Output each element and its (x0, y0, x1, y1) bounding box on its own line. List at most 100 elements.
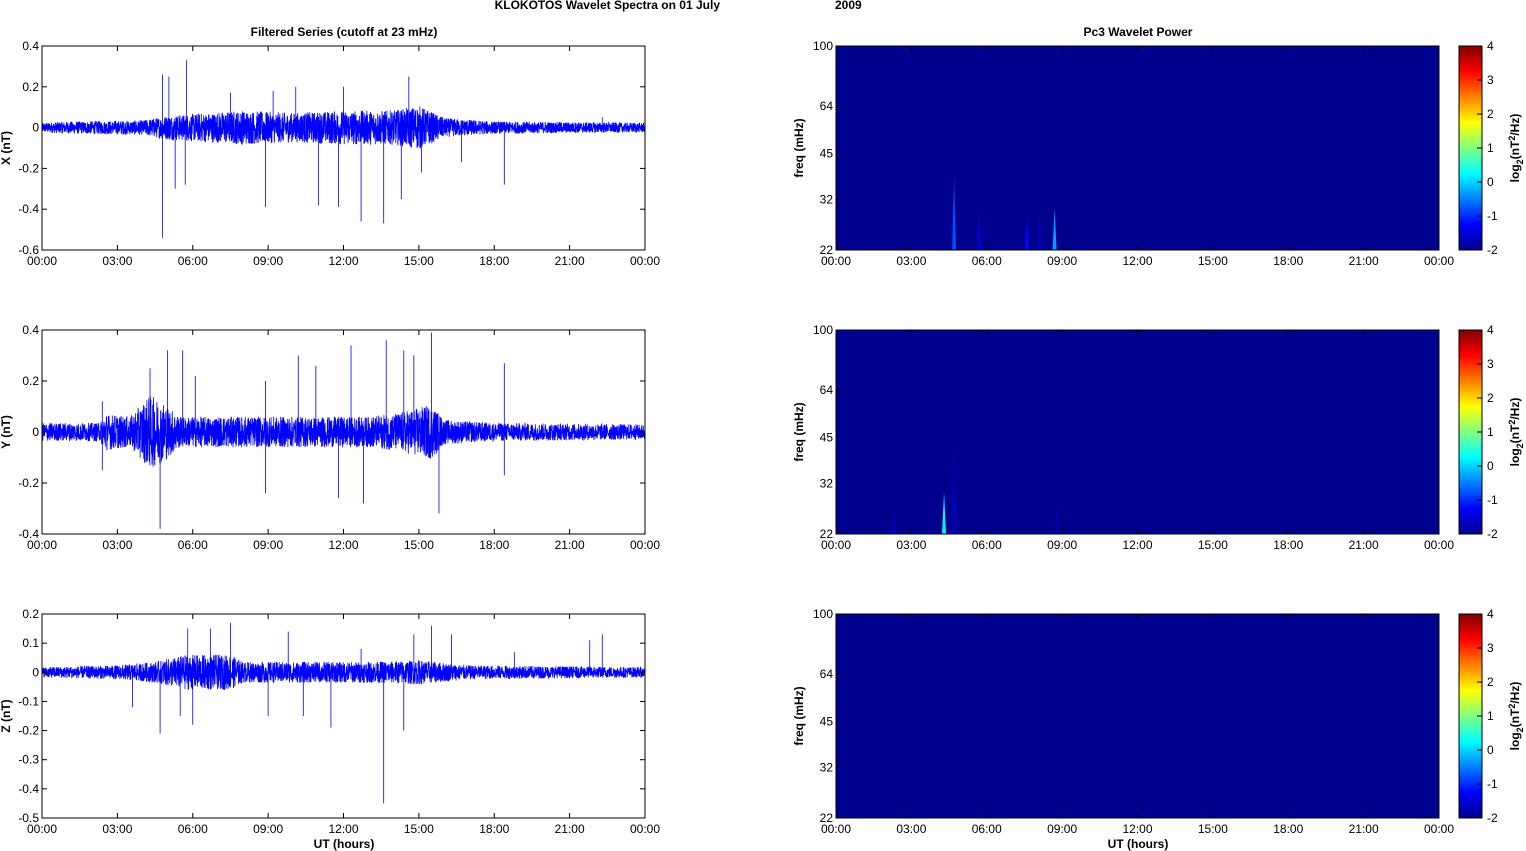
colorbar-tick-label: -1 (1487, 493, 1498, 507)
freq-tick-label: 64 (820, 383, 834, 397)
colorbar-tick-label: -1 (1487, 209, 1498, 223)
wavelet-Y-background (836, 330, 1439, 534)
left-Y-xtick-label: 18:00 (479, 538, 509, 552)
ytick-label: 0.2 (22, 374, 39, 388)
freq-tick-label: 100 (813, 607, 833, 621)
ytick-label: -0.4 (18, 782, 39, 796)
freq-tick-label: 64 (820, 667, 834, 681)
series-Y-line (41, 396, 646, 467)
left-X-xtick-label: 00:00 (630, 254, 660, 268)
right-Y-xtick-label: 18:00 (1273, 538, 1303, 552)
right-X-xtick-label: 00:00 (821, 254, 851, 268)
freq-axis-label: freq (mHz) (792, 402, 806, 461)
right-X-xtick-label: 00:00 (1424, 254, 1454, 268)
colorbar-tick-label: 4 (1487, 607, 1494, 621)
left-Y-xtick-label: 15:00 (404, 538, 434, 552)
left-X-xtick-label: 03:00 (102, 254, 132, 268)
freq-tick-label: 32 (820, 193, 834, 207)
colorbar-tick-label: 3 (1487, 73, 1494, 87)
right-Y-xtick-label: 00:00 (1424, 538, 1454, 552)
colorbar-tick-label: 0 (1487, 743, 1494, 757)
freq-axis-label: freq (mHz) (792, 686, 806, 745)
ytick-label: -0.3 (18, 753, 39, 767)
ytick-label: 0 (32, 425, 39, 439)
wavelet-X-background (836, 46, 1439, 250)
left-Z-xtick-label: 15:00 (404, 822, 434, 836)
right-Y-xtick-label: 12:00 (1122, 538, 1152, 552)
right-Y-xtick-label: 00:00 (821, 538, 851, 552)
left-Y-xtick-label: 12:00 (328, 538, 358, 552)
left-Z-xtick-label: 18:00 (479, 822, 509, 836)
ytick-label: 0.4 (22, 39, 39, 53)
colorbar-label: log2(nT2/Hz) (1507, 682, 1525, 751)
right-Z-xtick-label: 18:00 (1273, 822, 1303, 836)
left-X-xtick-label: 21:00 (555, 254, 585, 268)
right-X-xtick-label: 03:00 (896, 254, 926, 268)
wavelet-Z-background (836, 614, 1439, 818)
left-Y-xtick-label: 00:00 (630, 538, 660, 552)
right-Z-xtick-label: 00:00 (821, 822, 851, 836)
ytick-label: 0.4 (22, 323, 39, 337)
x-axis-label-left: UT (hours) (314, 837, 375, 851)
right-Z-xtick-label: 12:00 (1122, 822, 1152, 836)
left-Y-xtick-label: 06:00 (178, 538, 208, 552)
right-Y-xtick-label: 15:00 (1198, 538, 1228, 552)
left-X-xtick-label: 00:00 (27, 254, 57, 268)
left-Z-xtick-label: 12:00 (328, 822, 358, 836)
left-Y-xtick-label: 21:00 (555, 538, 585, 552)
ytick-label: -0.1 (18, 694, 39, 708)
colorbar-tick-label: -1 (1487, 777, 1498, 791)
figure: KLOKOTOS Wavelet Spectra on 01 July 2009… (0, 0, 1526, 851)
y-axis-label-Y: Y (nT) (0, 415, 13, 449)
right-column-title: Pc3 Wavelet Power (1084, 25, 1193, 39)
left-X-xtick-label: 09:00 (253, 254, 283, 268)
axes-Z-frame (41, 613, 646, 819)
ytick-label: 0.1 (22, 636, 39, 650)
axes-X-frame (41, 45, 646, 251)
right-Z-xtick-label: 06:00 (972, 822, 1002, 836)
colorbar-tick-label: 2 (1487, 675, 1494, 689)
colorbar-tick-label: 0 (1487, 175, 1494, 189)
left-Y-xtick-label: 09:00 (253, 538, 283, 552)
colorbar-tick-label: 4 (1487, 39, 1494, 53)
left-Y-xtick-label: 00:00 (27, 538, 57, 552)
colorbar-tick-label: 1 (1487, 141, 1494, 155)
left-column-title: Filtered Series (cutoff at 23 mHz) (251, 25, 438, 39)
freq-tick-label: 45 (820, 147, 834, 161)
right-Z-xtick-label: 00:00 (1424, 822, 1454, 836)
right-Z-xtick-label: 21:00 (1349, 822, 1379, 836)
colorbar-tick-label: -2 (1487, 811, 1498, 825)
right-X-xtick-label: 12:00 (1122, 254, 1152, 268)
right-Y-xtick-label: 21:00 (1349, 538, 1379, 552)
ytick-label: -0.2 (18, 161, 39, 175)
freq-tick-label: 32 (820, 477, 834, 491)
right-Z-xtick-label: 15:00 (1198, 822, 1228, 836)
left-Z-xtick-label: 06:00 (178, 822, 208, 836)
left-X-xtick-label: 18:00 (479, 254, 509, 268)
ytick-label: 0 (32, 121, 39, 135)
right-X-xtick-label: 06:00 (972, 254, 1002, 268)
figure-canvas: KLOKOTOS Wavelet Spectra on 01 July 2009… (0, 0, 1525, 851)
figure-title: KLOKOTOS Wavelet Spectra on 01 July (495, 0, 721, 12)
colorbar-tick-label: 2 (1487, 391, 1494, 405)
ytick-label: 0.2 (22, 80, 39, 94)
right-X-xtick-label: 21:00 (1349, 254, 1379, 268)
colorbar-tick-label: 2 (1487, 107, 1494, 121)
right-Y-xtick-label: 09:00 (1047, 538, 1077, 552)
ytick-label: 0 (32, 665, 39, 679)
colorbar-tick-label: 1 (1487, 709, 1494, 723)
left-Z-xtick-label: 00:00 (630, 822, 660, 836)
ytick-label: -0.4 (18, 202, 39, 216)
freq-tick-label: 64 (820, 99, 834, 113)
figure-title-year: 2009 (835, 0, 862, 12)
y-axis-label-Z: Z (nT) (0, 699, 13, 732)
freq-tick-label: 45 (820, 431, 834, 445)
left-X-xtick-label: 06:00 (178, 254, 208, 268)
left-Y-xtick-label: 03:00 (102, 538, 132, 552)
left-Z-xtick-label: 00:00 (27, 822, 57, 836)
right-Y-xtick-label: 06:00 (972, 538, 1002, 552)
right-X-xtick-label: 18:00 (1273, 254, 1303, 268)
left-Z-xtick-label: 09:00 (253, 822, 283, 836)
right-Z-xtick-label: 09:00 (1047, 822, 1077, 836)
x-axis-label-right: UT (hours) (1108, 837, 1169, 851)
